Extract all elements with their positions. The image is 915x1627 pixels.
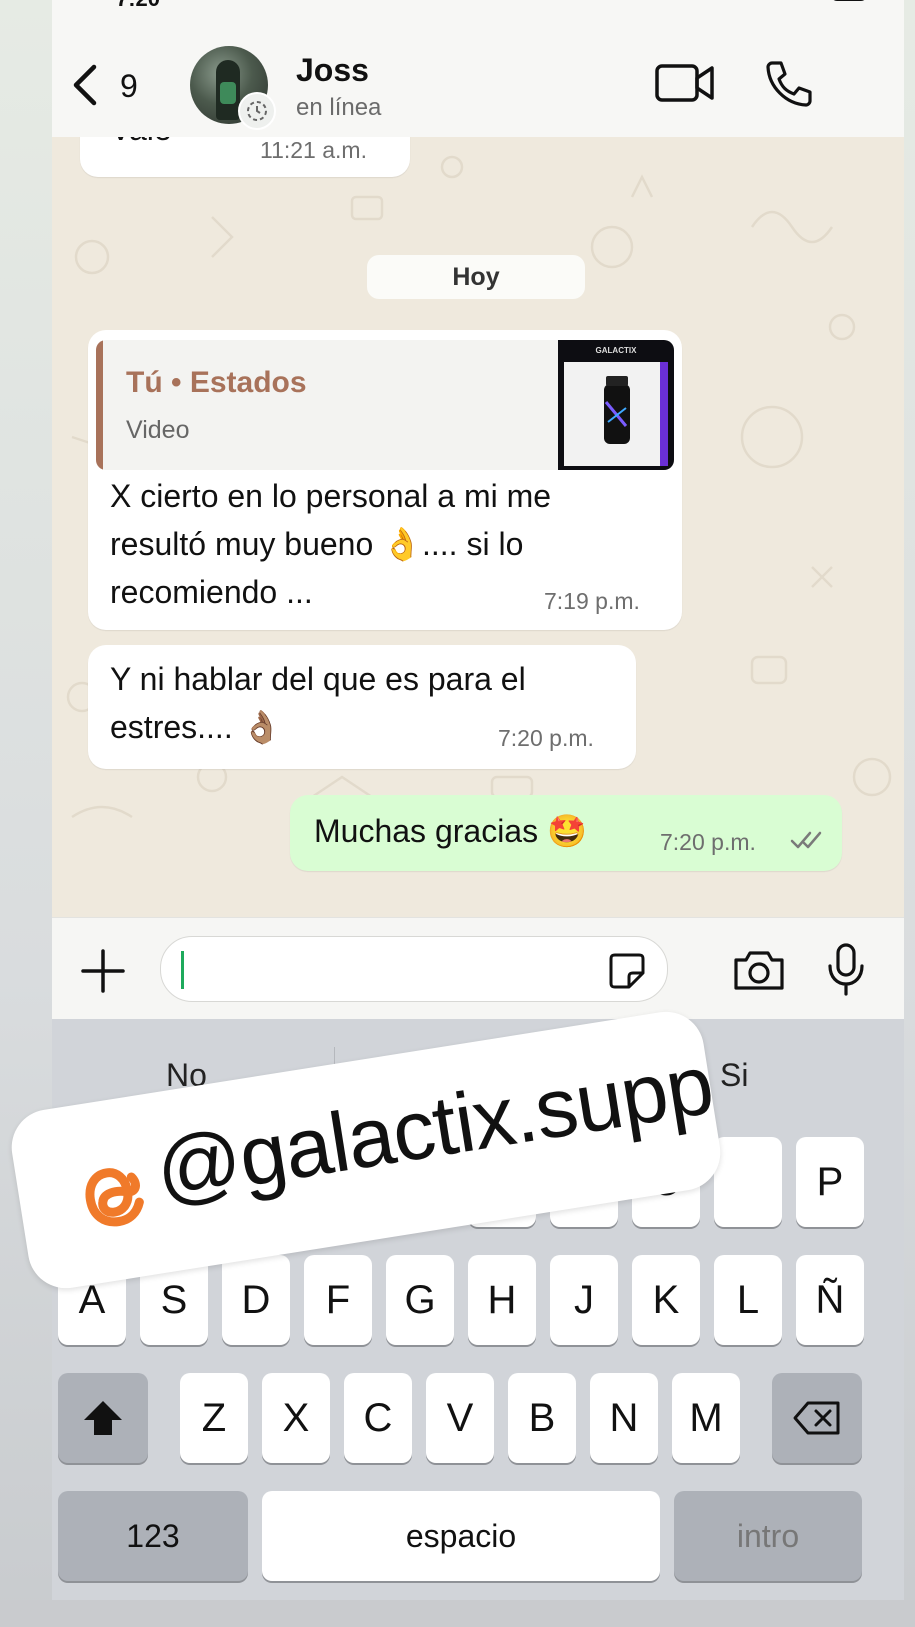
camera-icon [734,951,784,990]
unread-count[interactable]: 9 [120,68,138,105]
key-p[interactable]: P [796,1137,864,1227]
message-input[interactable] [160,936,668,1002]
numbers-key[interactable]: 123 [58,1491,248,1581]
message-line: resultó muy bueno 👌.... si lo [110,526,524,562]
contact-name[interactable]: Joss [296,52,369,89]
key-o-spacer[interactable] [714,1137,782,1227]
video-camera-icon [655,64,714,102]
quote-thumbnail: GALACTIX [558,340,674,470]
contact-status: en línea [296,94,382,121]
attach-button[interactable] [80,948,126,999]
date-separator: Hoy [367,255,585,299]
phone-screen: 7:20 9 Joss en línea [52,0,904,1600]
microphone-icon [828,943,864,996]
sticker-button[interactable] [607,951,647,996]
threads-icon [85,1168,144,1227]
message-line: estres.... 👌🏽 [110,709,282,745]
key-x[interactable]: X [262,1373,330,1463]
message-bubble-in[interactable]: Tú • Estados Video GALACTIX X cierto en … [88,330,682,630]
return-key[interactable]: intro [674,1491,862,1581]
message-line: Y ni hablar del que es para el [110,661,526,697]
microphone-button[interactable] [826,942,866,1001]
quote-author: Tú • Estados [126,366,307,399]
shift-key[interactable] [58,1373,148,1463]
key-k[interactable]: K [632,1255,700,1345]
key-n[interactable]: N [590,1373,658,1463]
plus-icon [81,949,125,993]
phone-icon [766,61,812,107]
voice-call-button[interactable] [764,58,814,113]
status-ring-icon [238,92,276,130]
message-bubble-in[interactable]: Vale 11:21 a.m. [80,137,410,177]
shift-arrow-icon [84,1401,122,1435]
key-z[interactable]: Z [180,1373,248,1463]
quote-type: Video [126,416,190,444]
message-bubble-in[interactable]: Y ni hablar del que es para el estres...… [88,645,636,769]
message-composer [52,917,904,1020]
key-j[interactable]: J [550,1255,618,1345]
suggestion-3[interactable]: Si [720,1057,748,1094]
message-line: Muchas gracias 🤩 [314,813,587,849]
thumb-brand: GALACTIX [595,346,637,355]
key-c[interactable]: C [344,1373,412,1463]
bottom-frame [0,1600,915,1627]
message-time: 7:19 p.m. [544,588,640,614]
message-time: 7:20 p.m. [498,725,594,751]
sticker-icon [609,953,645,989]
key-d[interactable]: D [222,1255,290,1345]
key-l[interactable]: L [714,1255,782,1345]
key-enye[interactable]: Ñ [796,1255,864,1345]
text-caret [181,951,184,989]
double-check-icon [790,831,822,849]
chat-area[interactable]: Vale 11:21 a.m. Hoy Tú • Estados Video G… [52,137,904,917]
status-icons [752,0,872,10]
key-v[interactable]: V [426,1373,494,1463]
space-key[interactable]: espacio [262,1491,660,1581]
message-line: recomiendo ... [110,574,313,610]
key-b[interactable]: B [508,1373,576,1463]
message-line: X cierto en lo personal a mi me [110,478,552,514]
backspace-icon [793,1401,840,1435]
chevron-left-icon [73,64,97,106]
camera-button[interactable] [732,948,786,997]
chat-header: 7:20 9 Joss en línea [52,0,904,138]
back-button[interactable] [70,60,110,110]
key-f[interactable]: F [304,1255,372,1345]
key-m[interactable]: M [672,1373,740,1463]
key-g[interactable]: G [386,1255,454,1345]
message-bubble-out[interactable]: Muchas gracias 🤩 7:20 p.m. [290,795,842,871]
message-text: Vale [110,137,172,153]
quoted-status-reply[interactable]: Tú • Estados Video GALACTIX [96,340,674,470]
status-time: 7:20 [116,0,160,12]
key-h[interactable]: H [468,1255,536,1345]
backspace-key[interactable] [772,1373,862,1463]
message-time: 7:20 p.m. [660,829,756,855]
message-time: 11:21 a.m. [260,137,367,163]
video-call-button[interactable] [654,60,716,111]
